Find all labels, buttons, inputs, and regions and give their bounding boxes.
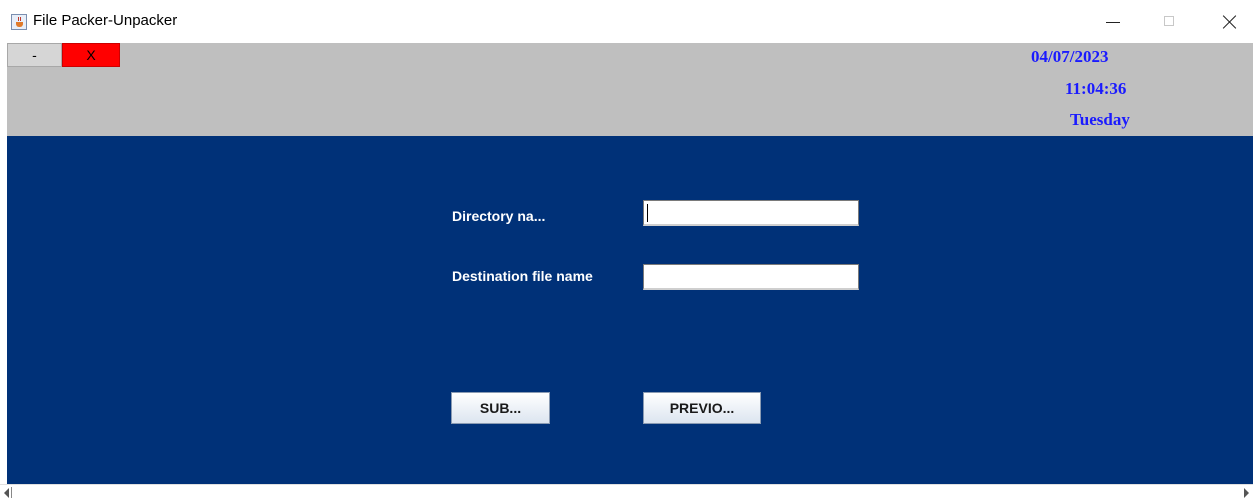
scroll-right-icon[interactable] bbox=[1244, 488, 1249, 498]
directory-name-label: Directory na... bbox=[452, 208, 546, 224]
java-app-icon bbox=[11, 14, 27, 30]
title-bar: File Packer-Unpacker bbox=[0, 0, 1253, 43]
directory-name-input[interactable] bbox=[643, 200, 859, 226]
exit-button[interactable]: X bbox=[62, 43, 120, 67]
horizontal-scrollbar[interactable] bbox=[0, 484, 1253, 500]
window-close-button[interactable] bbox=[1207, 0, 1253, 43]
close-icon bbox=[1222, 14, 1238, 30]
maximize-icon bbox=[1164, 16, 1174, 26]
window-maximize-button[interactable] bbox=[1146, 0, 1192, 43]
app-window: File Packer-Unpacker - X 04/07/2023 11:0… bbox=[0, 0, 1253, 500]
destination-file-name-label: Destination file name bbox=[452, 268, 593, 284]
minimize-button[interactable]: - bbox=[7, 43, 62, 67]
window-title: File Packer-Unpacker bbox=[33, 12, 178, 29]
window-minimize-button[interactable] bbox=[1090, 0, 1136, 43]
current-day: Tuesday bbox=[1070, 110, 1130, 129]
text-caret bbox=[647, 204, 648, 222]
current-date: 04/07/2023 bbox=[1031, 47, 1109, 66]
header-panel: - X 04/07/2023 11:04:36 Tuesday bbox=[7, 43, 1253, 136]
previous-button[interactable]: PREVIO... bbox=[643, 392, 761, 424]
minimize-icon bbox=[1106, 22, 1120, 23]
scroll-left-icon[interactable] bbox=[4, 488, 9, 498]
submit-button[interactable]: SUB... bbox=[451, 392, 550, 424]
main-panel: Directory na... Destination file name SU… bbox=[7, 136, 1253, 484]
current-time: 11:04:36 bbox=[1065, 79, 1127, 98]
scroll-thumb[interactable] bbox=[11, 487, 12, 498]
destination-file-name-input[interactable] bbox=[643, 264, 859, 290]
